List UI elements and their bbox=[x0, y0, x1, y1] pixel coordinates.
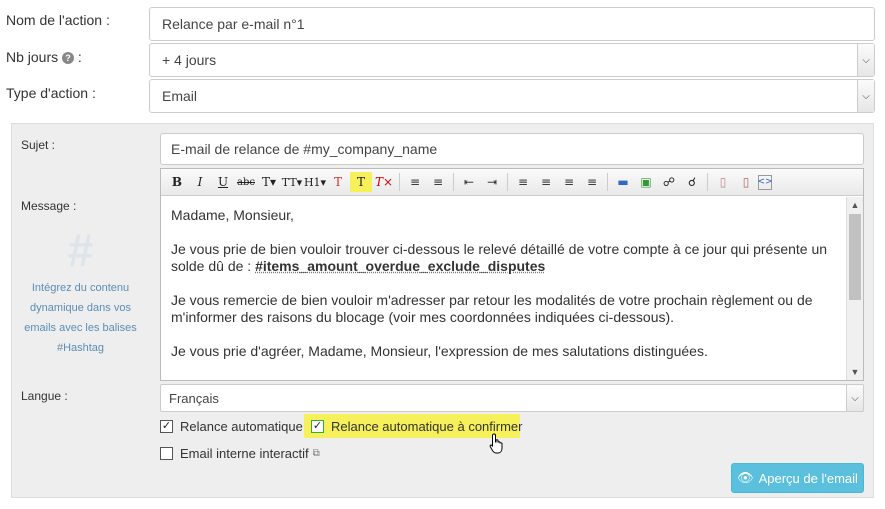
message-label: Message : bbox=[21, 199, 77, 213]
font-family-icon[interactable]: T▾ bbox=[258, 172, 280, 192]
clear-format-icon[interactable]: T× bbox=[373, 172, 395, 192]
toolbar-separator bbox=[607, 173, 608, 191]
text-color-icon[interactable]: T bbox=[327, 172, 349, 192]
message-content[interactable]: Madame, Monsieur, Je vous prie de bien v… bbox=[161, 197, 847, 380]
subject-label: Sujet : bbox=[21, 138, 56, 152]
internal-email-option[interactable]: Email interne interactif ⧉ bbox=[160, 446, 320, 461]
auto-relance-confirm-option[interactable]: ✓ Relance automatique à confirmer bbox=[311, 419, 523, 434]
language-value: Français bbox=[169, 391, 219, 406]
indent-icon[interactable]: ⇥ bbox=[481, 172, 503, 192]
auto-relance-label: Relance automatique bbox=[180, 419, 303, 434]
italic-icon[interactable]: I bbox=[189, 172, 211, 192]
nb-days-label: Nb jours ? : bbox=[6, 49, 82, 65]
outdent-icon[interactable]: ⇤ bbox=[458, 172, 480, 192]
image-icon[interactable]: ▣ bbox=[635, 172, 657, 192]
nb-days-label-text: Nb jours bbox=[6, 49, 59, 65]
heading-icon[interactable]: H1▾ bbox=[304, 172, 326, 192]
justify-icon[interactable]: ≡ bbox=[581, 172, 603, 192]
font-size-icon[interactable]: TT▾ bbox=[281, 172, 303, 192]
horizontal-rule-icon[interactable]: ▬ bbox=[612, 172, 634, 192]
bullet-list-icon[interactable]: ≡ bbox=[404, 172, 426, 192]
message-greeting: Madame, Monsieur, bbox=[171, 207, 294, 223]
toolbar-separator bbox=[707, 173, 708, 191]
hashtag-help: # Intégrez du contenu dynamique dans vos… bbox=[20, 222, 141, 358]
paste-icon[interactable]: ▯ bbox=[712, 172, 734, 192]
internal-email-label: Email interne interactif bbox=[180, 446, 309, 461]
action-name-label: Nom de l'action : bbox=[6, 12, 110, 28]
amount-hashtag: #items_amount_overdue_exclude_disputes bbox=[255, 258, 546, 274]
message-paragraph: Je vous prie d'agréer, Madame, Monsieur,… bbox=[171, 343, 708, 359]
external-link-icon[interactable]: ⧉ bbox=[313, 448, 320, 459]
toolbar-separator bbox=[453, 173, 454, 191]
editor-scrollbar[interactable]: ▲ ▼ bbox=[846, 197, 863, 380]
underline-icon[interactable]: U bbox=[212, 172, 234, 192]
bold-icon[interactable]: B bbox=[166, 172, 188, 192]
align-right-icon[interactable]: ≡ bbox=[558, 172, 580, 192]
action-type-label: Type d'action : bbox=[6, 85, 96, 101]
chevron-down-icon[interactable]: ⌵ bbox=[857, 44, 874, 76]
source-code-icon[interactable]: <> bbox=[757, 174, 773, 190]
toolbar-separator bbox=[507, 173, 508, 191]
align-left-icon[interactable]: ≡ bbox=[512, 172, 534, 192]
preview-email-button[interactable]: 👁 Aperçu de l'email bbox=[731, 463, 864, 493]
action-name-input[interactable]: Relance par e-mail n°1 bbox=[149, 7, 875, 41]
scroll-up-icon[interactable]: ▲ bbox=[847, 197, 863, 213]
unlink-icon[interactable]: ☌ bbox=[681, 172, 703, 192]
auto-relance-confirm-label: Relance automatique à confirmer bbox=[331, 419, 523, 434]
nb-days-value: + 4 jours bbox=[162, 52, 217, 68]
nb-days-select[interactable]: + 4 jours ⌵ bbox=[149, 43, 875, 77]
hand-cursor-icon bbox=[489, 433, 503, 454]
eye-icon: 👁 bbox=[737, 470, 754, 485]
hashtag-icon: # bbox=[67, 224, 94, 276]
scrollbar-thumb[interactable] bbox=[849, 214, 861, 300]
editor-toolbar: B I U abc T▾ TT▾ H1▾ T T T× ≡ ≡ ⇤ ⇥ ≡ ≡ … bbox=[161, 169, 863, 196]
hashtag-help-text[interactable]: Intégrez du contenu dynamique dans vos e… bbox=[20, 278, 141, 358]
message-paragraph: Je vous prie de bien vouloir trouver ci-… bbox=[171, 241, 837, 275]
highlight-icon[interactable]: T bbox=[350, 172, 372, 192]
align-center-icon[interactable]: ≡ bbox=[535, 172, 557, 192]
toolbar-separator bbox=[399, 173, 400, 191]
language-label: Langue : bbox=[21, 389, 68, 403]
numbered-list-icon[interactable]: ≡ bbox=[427, 172, 449, 192]
subject-input[interactable]: E-mail de relance de #my_company_name bbox=[160, 133, 864, 165]
help-icon[interactable]: ? bbox=[62, 52, 75, 64]
nb-days-label-suffix: : bbox=[77, 49, 82, 65]
strikethrough-icon[interactable]: abc bbox=[235, 172, 257, 192]
preview-email-label: Aperçu de l'email bbox=[758, 470, 858, 486]
internal-email-checkbox[interactable] bbox=[160, 447, 173, 460]
message-editor[interactable]: B I U abc T▾ TT▾ H1▾ T T T× ≡ ≡ ⇤ ⇥ ≡ ≡ … bbox=[160, 168, 864, 381]
scroll-down-icon[interactable]: ▼ bbox=[847, 364, 863, 380]
paste-text-icon[interactable]: ▯ bbox=[735, 172, 757, 192]
action-type-select[interactable]: Email ⌵ bbox=[149, 79, 875, 113]
chevron-down-icon[interactable]: ⌵ bbox=[857, 80, 874, 112]
link-icon[interactable]: ☍ bbox=[658, 172, 680, 192]
action-type-value: Email bbox=[162, 88, 198, 104]
chevron-down-icon[interactable]: ⌵ bbox=[846, 385, 863, 411]
language-select[interactable]: Français ⌵ bbox=[160, 384, 864, 412]
auto-relance-confirm-checkbox[interactable]: ✓ bbox=[311, 420, 324, 433]
auto-relance-checkbox[interactable]: ✓ bbox=[160, 420, 173, 433]
auto-relance-option[interactable]: ✓ Relance automatique bbox=[160, 419, 303, 434]
message-paragraph: Je vous remercie de bien vouloir m'adres… bbox=[171, 292, 813, 325]
